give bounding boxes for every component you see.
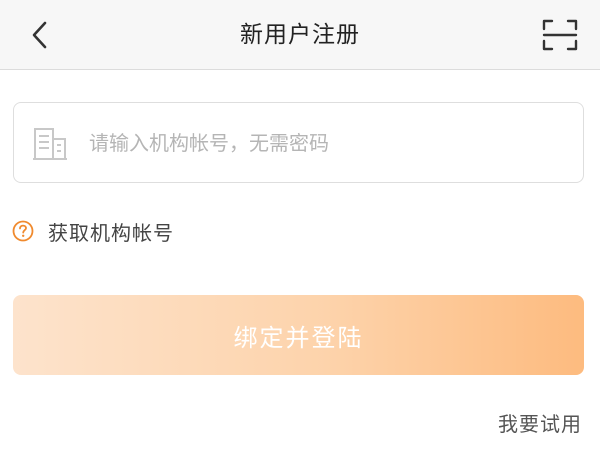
building-icon	[33, 128, 67, 160]
bind-login-label: 绑定并登陆	[233, 323, 364, 352]
account-input[interactable]	[89, 103, 559, 182]
get-account-link[interactable]: 获取机构帐号	[12, 216, 174, 246]
nav-header: 新用户注册	[0, 0, 600, 70]
register-page: 新用户注册 获取机构帐	[0, 0, 600, 464]
page-title: 新用户注册	[240, 22, 360, 48]
scan-button[interactable]	[538, 14, 582, 56]
scan-icon	[542, 19, 578, 51]
bind-login-button[interactable]: 绑定并登陆	[13, 295, 584, 375]
account-input-box[interactable]	[13, 102, 584, 183]
trial-link[interactable]: 我要试用	[498, 408, 582, 437]
get-account-label: 获取机构帐号	[48, 220, 174, 245]
chevron-left-icon	[32, 21, 47, 49]
question-circle-icon	[12, 220, 34, 242]
back-button[interactable]	[20, 13, 60, 57]
